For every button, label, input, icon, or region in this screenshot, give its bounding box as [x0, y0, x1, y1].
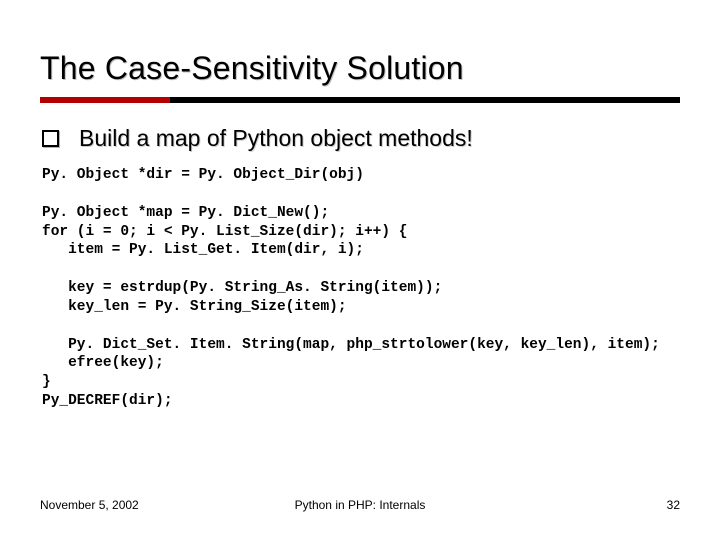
slide-title: The Case-Sensitivity Solution [40, 0, 680, 93]
footer-page: 32 [667, 498, 680, 512]
title-rule [40, 97, 680, 103]
bullet-icon [42, 130, 59, 147]
bullet-row: Build a map of Python object methods! [40, 125, 680, 152]
footer-date: November 5, 2002 [40, 498, 139, 512]
slide: The Case-Sensitivity Solution Build a ma… [0, 0, 720, 540]
title-rule-accent [40, 97, 170, 103]
footer: November 5, 2002 Python in PHP: Internal… [40, 498, 680, 512]
bullet-text: Build a map of Python object methods! [79, 125, 473, 152]
code-block: Py. Object *dir = Py. Object_Dir(obj) Py… [42, 166, 680, 411]
